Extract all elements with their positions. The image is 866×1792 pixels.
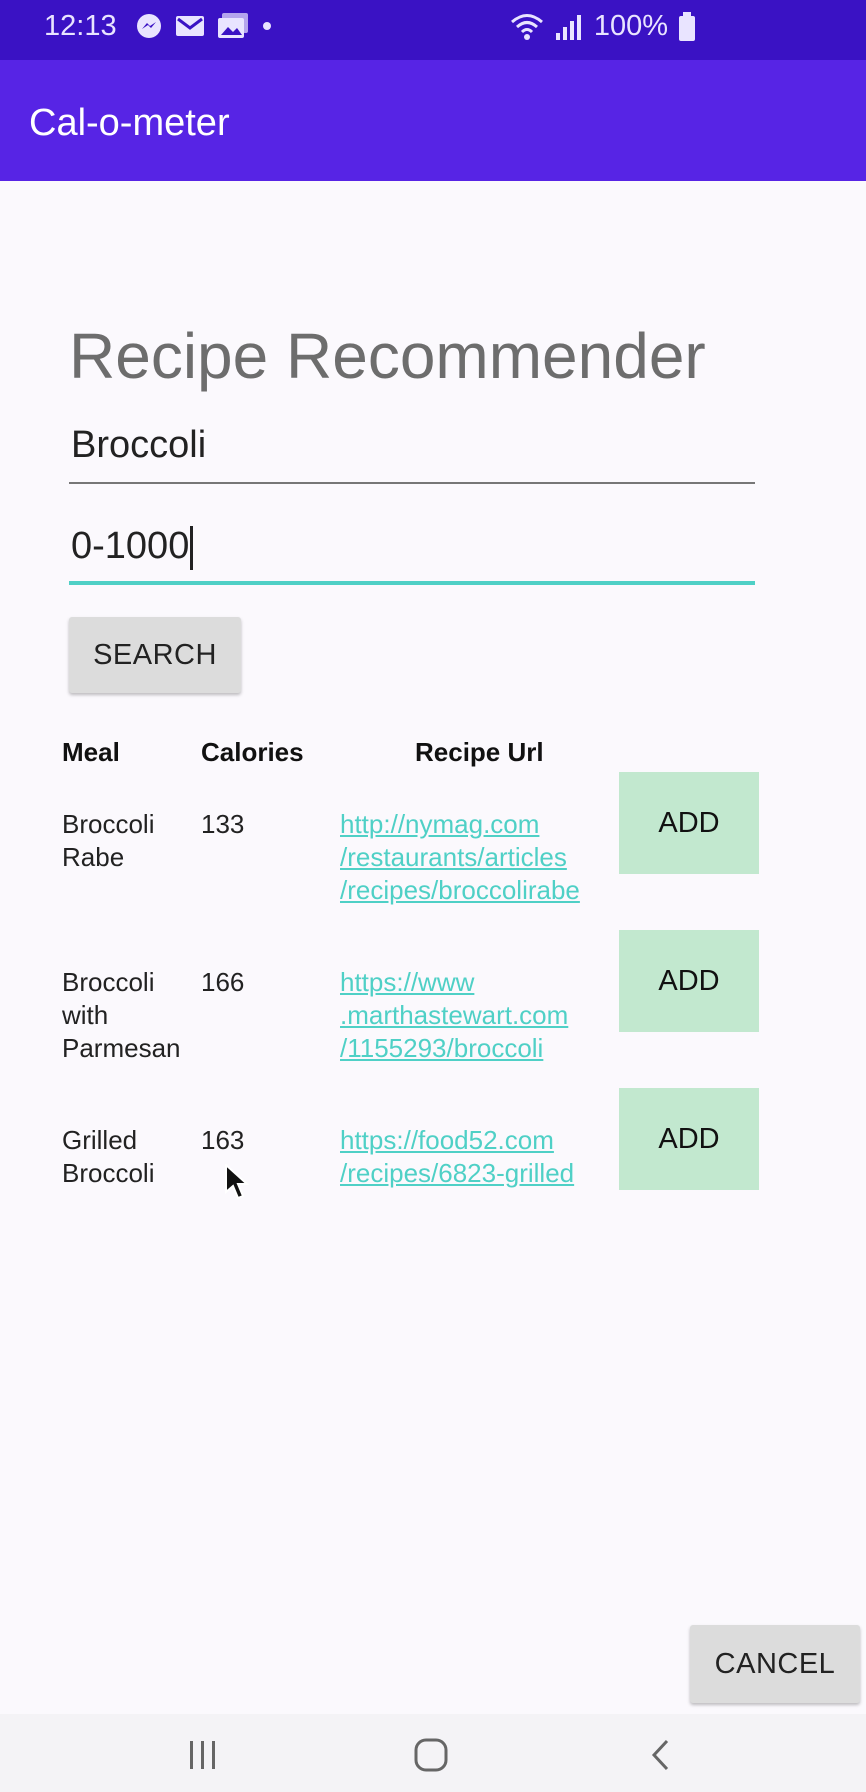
- gallery-icon: [218, 13, 248, 38]
- status-time: 12:13: [44, 10, 117, 42]
- recipe-link[interactable]: https://food52.com /recipes/6823-grilled: [340, 1124, 574, 1190]
- recipe-link[interactable]: https://www .marthastewart.com /1155293/…: [340, 966, 568, 1065]
- app-title: Cal-o-meter: [29, 102, 230, 144]
- battery-percent: 100%: [593, 10, 668, 42]
- meal-name: Broccoli Rabe: [62, 809, 155, 872]
- calories-value: 133: [201, 809, 245, 839]
- header-recipe-url: Recipe Url: [415, 737, 544, 767]
- status-right: 100%: [510, 10, 696, 43]
- page-title: Recipe Recommender: [69, 320, 706, 392]
- calorie-range-field[interactable]: 0-1000: [69, 515, 755, 585]
- recent-apps-icon[interactable]: [186, 1738, 220, 1772]
- calories-value: 166: [201, 967, 245, 997]
- email-icon: [176, 16, 204, 36]
- notification-icons: [135, 12, 273, 40]
- back-icon[interactable]: [648, 1738, 672, 1772]
- meal-name: Grilled Broccoli: [62, 1125, 155, 1188]
- header-meal: Meal: [62, 737, 120, 767]
- status-bar: 12:13 100%: [0, 0, 866, 60]
- recipe-recommender-screen: Recipe Recommender Broccoli 0-1000 SEARC…: [0, 181, 866, 1714]
- recipe-link[interactable]: http://nymag.com /restaurants/articles /…: [340, 808, 580, 907]
- ingredient-field[interactable]: Broccoli: [69, 414, 755, 484]
- ingredient-underline: [69, 482, 755, 484]
- calories-value: 163: [201, 1125, 245, 1155]
- mouse-pointer-icon: [225, 1164, 249, 1200]
- add-button[interactable]: ADD: [619, 772, 759, 874]
- calorie-range-underline: [69, 581, 755, 585]
- ingredient-value: Broccoli: [71, 424, 207, 466]
- text-cursor: [190, 525, 194, 570]
- dot-icon: [263, 22, 271, 30]
- add-button[interactable]: ADD: [619, 930, 759, 1032]
- meal-name: Broccoli with Parmesan: [62, 967, 181, 1063]
- messenger-icon: [137, 14, 161, 38]
- search-button[interactable]: SEARCH: [69, 617, 241, 693]
- calorie-range-text: 0-1000: [71, 525, 194, 570]
- header-calories: Calories: [201, 737, 304, 767]
- cancel-button[interactable]: CANCEL: [690, 1625, 860, 1703]
- home-icon[interactable]: [413, 1738, 449, 1772]
- system-nav-bar: [0, 1714, 866, 1792]
- add-button[interactable]: ADD: [619, 1088, 759, 1190]
- signal-icon: [555, 14, 581, 40]
- wifi-icon: [510, 13, 543, 40]
- app-bar: Cal-o-meter: [0, 60, 866, 181]
- calorie-range-value: 0-1000: [71, 525, 190, 567]
- battery-icon: [679, 11, 695, 41]
